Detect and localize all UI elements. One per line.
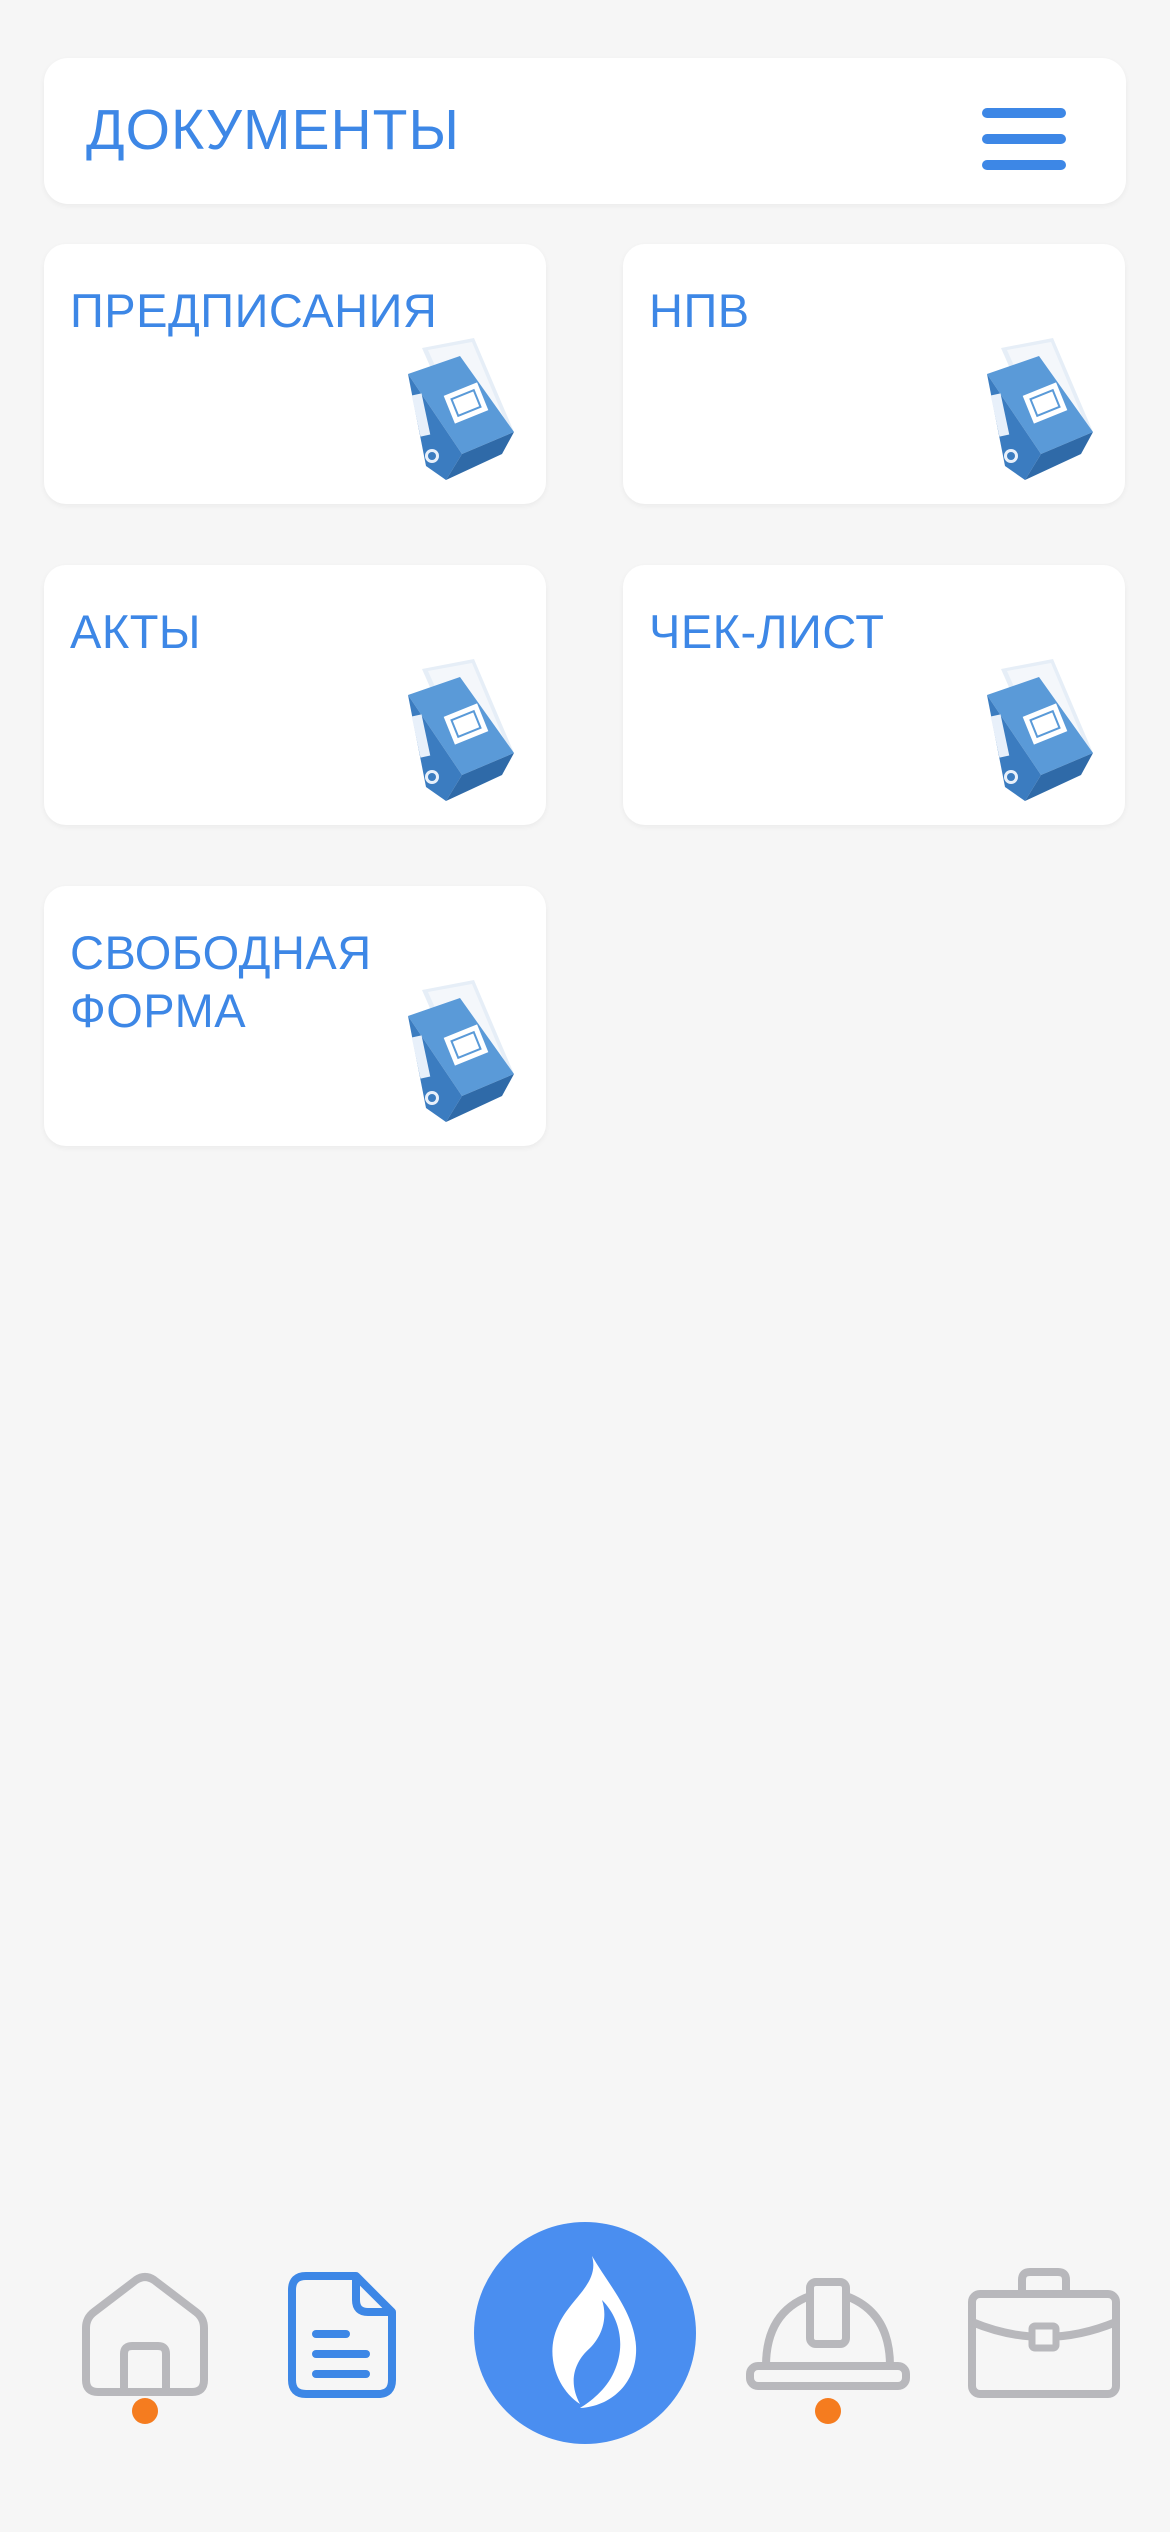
briefcase-icon	[968, 2268, 1120, 2398]
home-icon	[82, 2273, 208, 2396]
card-label: ЧЕК-ЛИСТ	[649, 605, 885, 658]
page-title: ДОКУМЕНТЫ	[86, 98, 460, 162]
nav-work[interactable]	[966, 2266, 1122, 2402]
menu-button[interactable]	[982, 106, 1074, 172]
header-bar: ДОКУМЕНТЫ	[44, 58, 1126, 204]
nav-documents[interactable]	[286, 2270, 398, 2400]
hard-hat-icon	[746, 2278, 910, 2390]
card-npv[interactable]: НПВ	[623, 244, 1125, 504]
card-predpisaniya[interactable]: ПРЕДПИСАНИЯ	[44, 244, 546, 504]
flame-icon	[552, 2256, 637, 2408]
card-chek-list[interactable]: ЧЕК-ЛИСТ	[623, 565, 1125, 825]
binder-folder-icon	[987, 338, 1093, 480]
notification-dot	[815, 2398, 841, 2424]
nav-home[interactable]	[74, 2270, 216, 2424]
notification-dot	[132, 2398, 158, 2424]
binder-folder-icon	[408, 980, 514, 1122]
bottom-nav	[0, 2200, 1170, 2450]
hamburger-menu-icon	[982, 106, 1074, 172]
document-icon	[288, 2272, 396, 2398]
card-akty[interactable]: АКТЫ	[44, 565, 546, 825]
binder-folder-icon	[408, 338, 514, 480]
binder-folder-icon	[408, 659, 514, 801]
card-svobodnaya-forma[interactable]: СВОБОДНАЯ ФОРМА	[44, 886, 546, 1146]
binder-folder-icon	[987, 659, 1093, 801]
card-label: ПРЕДПИСАНИЯ	[70, 284, 438, 337]
fire-action-button[interactable]	[474, 2222, 696, 2444]
nav-safety[interactable]	[744, 2276, 912, 2426]
card-label: НПВ	[649, 284, 750, 337]
card-label: АКТЫ	[70, 605, 202, 658]
card-label: СВОБОДНАЯ ФОРМА	[70, 926, 372, 1037]
